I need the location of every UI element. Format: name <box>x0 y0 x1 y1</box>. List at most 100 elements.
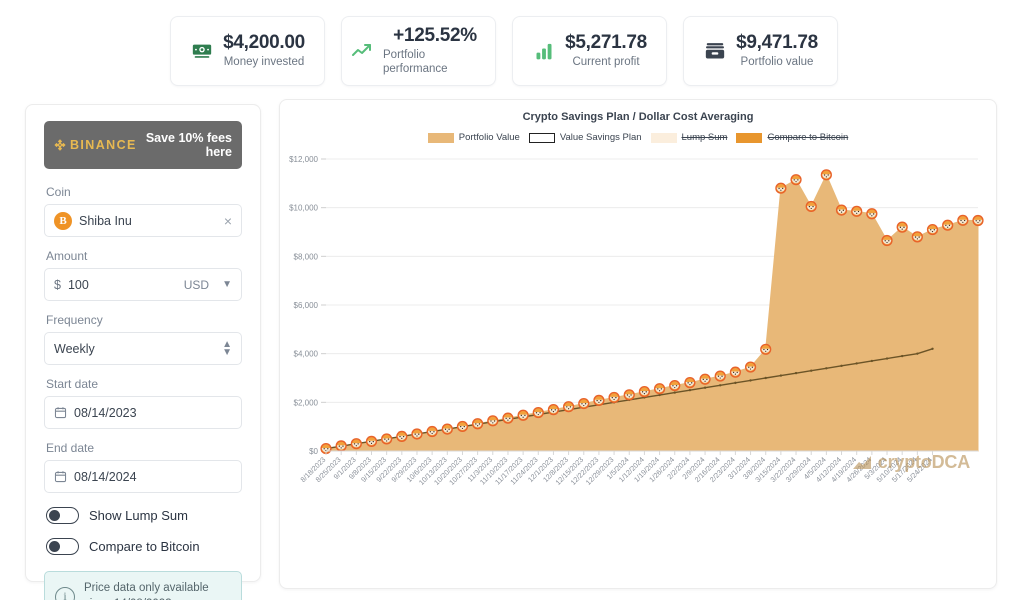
shiba-inu-icon[interactable] <box>563 401 575 413</box>
shiba-inu-icon[interactable] <box>441 423 453 435</box>
shiba-inu-icon[interactable] <box>790 174 802 186</box>
chart-plot-area: $0 $2,000 $4,000 $6,000 $8,000 $10,000 $12,000… <box>280 149 996 569</box>
shiba-inu-icon[interactable] <box>350 438 362 450</box>
show-lump-sum-toggle-row[interactable]: Show Lump Sum <box>46 507 242 524</box>
shiba-inu-icon[interactable] <box>775 182 787 194</box>
binance-promo-banner[interactable]: BINANCE Save 10% fees here <box>44 121 242 169</box>
legend-item-portfolio-value[interactable]: Portfolio Value <box>427 132 520 143</box>
shiba-inu-icon[interactable] <box>623 389 635 401</box>
shiba-inu-icon[interactable] <box>593 394 605 406</box>
value-savings-plan-point <box>855 362 858 365</box>
y-axis-label: $6,000 <box>294 301 319 310</box>
shiba-inu-icon[interactable] <box>396 430 408 442</box>
shiba-inu-icon[interactable] <box>381 433 393 445</box>
shiba-inu-icon[interactable] <box>684 377 696 389</box>
show-lump-sum-toggle[interactable] <box>46 507 79 524</box>
stat-texts: $5,271.78 Current profit <box>565 32 647 70</box>
shiba-inu-icon[interactable] <box>744 361 757 373</box>
shiba-inu-icon[interactable] <box>502 412 514 424</box>
legend-item-value-savings-plan[interactable]: Value Savings Plan <box>528 132 642 143</box>
legend-label: Compare to Bitcoin <box>767 132 849 143</box>
stepper-updown-icon[interactable]: ▲ ▼ <box>222 339 232 357</box>
shiba-inu-icon[interactable] <box>365 435 378 447</box>
shiba-inu-icon[interactable] <box>669 379 681 392</box>
shiba-inu-icon[interactable] <box>532 406 544 419</box>
price-data-notice: i Price data only available since 14/08/… <box>44 571 242 600</box>
stat-texts: $4,200.00 Money invested <box>223 32 305 70</box>
chevron-down-icon[interactable]: ▼ <box>222 279 232 290</box>
compare-to-bitcoin-label: Compare to Bitcoin <box>89 539 200 554</box>
shiba-inu-icon[interactable] <box>653 383 666 395</box>
shiba-inu-icon[interactable] <box>896 221 908 233</box>
shiba-inu-icon[interactable] <box>335 440 347 452</box>
money-bill-icon <box>190 39 214 63</box>
shiba-inu-icon[interactable] <box>729 366 741 378</box>
stat-texts: +125.52% Portfolio performance <box>383 25 487 76</box>
start-date-label: Start date <box>46 377 99 391</box>
end-date-value: 08/14/2024 <box>74 469 137 484</box>
shiba-inu-icon[interactable] <box>851 205 863 217</box>
stat-card-money-invested: $4,200.00 Money invested <box>170 16 325 86</box>
info-icon: i <box>55 586 75 600</box>
currency-select[interactable]: USD <box>184 278 209 292</box>
shiba-inu-icon[interactable] <box>805 200 817 213</box>
value-savings-plan-point <box>794 371 798 375</box>
frequency-select[interactable]: Weekly ▲ ▼ <box>44 332 242 365</box>
value-savings-plan-point <box>764 376 767 380</box>
shiba-inu-icon[interactable] <box>699 373 711 385</box>
coin-field-group: Coin B Shiba Inu × <box>44 185 242 237</box>
stat-label: Current profit <box>572 56 640 69</box>
shiba-inu-icon[interactable] <box>578 397 590 410</box>
dca-area-chart[interactable]: $0 $2,000 $4,000 $6,000 $8,000 $10,000 $12,000… <box>280 149 996 569</box>
shiba-inu-icon[interactable] <box>411 428 423 440</box>
shiba-inu-icon[interactable] <box>714 370 726 382</box>
stat-card-portfolio-value: $9,471.78 Portfolio value <box>683 16 838 86</box>
stat-value: $9,471.78 <box>736 32 818 54</box>
shiba-inu-icon[interactable] <box>866 208 878 220</box>
stat-label: Portfolio value <box>740 56 814 69</box>
end-date-input[interactable]: 08/14/2024 <box>44 460 242 493</box>
value-savings-plan-point <box>673 391 676 394</box>
shiba-inu-icon[interactable] <box>926 223 939 236</box>
shiba-inu-icon[interactable] <box>835 204 848 216</box>
amount-input[interactable]: 100 <box>68 278 89 292</box>
shiba-inu-icon[interactable] <box>638 386 651 398</box>
shiba-inu-icon[interactable] <box>608 391 620 404</box>
shiba-inu-icon[interactable] <box>517 409 529 421</box>
legend-label: Lump Sum <box>681 132 728 143</box>
legend-swatch <box>528 132 555 143</box>
compare-to-bitcoin-toggle[interactable] <box>46 538 79 555</box>
coin-select[interactable]: B Shiba Inu × <box>44 204 242 237</box>
amount-input-row[interactable]: $ 100 USD ▼ <box>44 268 242 301</box>
y-axis-label: $2,000 <box>294 398 319 407</box>
shiba-inu-icon[interactable] <box>426 425 438 438</box>
shiba-inu-icon[interactable] <box>760 343 772 355</box>
legend-item-compare-to-bitcoin[interactable]: Compare to Bitcoin <box>736 132 848 143</box>
y-axis-label: $8,000 <box>294 252 319 261</box>
shiba-inu-icon[interactable] <box>957 214 969 226</box>
stat-card-portfolio-performance: +125.52% Portfolio performance <box>341 16 496 86</box>
shiba-inu-icon[interactable] <box>942 219 954 231</box>
shiba-inu-icon[interactable] <box>456 420 469 433</box>
value-savings-plan-point <box>931 347 934 350</box>
shiba-inu-icon[interactable] <box>881 234 893 247</box>
binance-diamond-icon <box>54 139 66 151</box>
compare-to-bitcoin-toggle-row[interactable]: Compare to Bitcoin <box>46 538 242 555</box>
shiba-inu-icon[interactable] <box>547 404 560 416</box>
frequency-field-group: Frequency Weekly ▲ ▼ <box>44 313 242 365</box>
shiba-inu-icon[interactable] <box>820 169 832 181</box>
portfolio-value-area <box>325 173 979 452</box>
value-savings-plan-point <box>825 367 828 370</box>
value-savings-plan-point <box>885 357 889 360</box>
clear-coin-icon[interactable]: × <box>224 214 232 228</box>
shiba-inu-icon[interactable] <box>911 231 923 243</box>
shiba-inu-icon[interactable] <box>472 418 484 430</box>
shiba-inu-icon[interactable] <box>972 214 984 227</box>
show-lump-sum-label: Show Lump Sum <box>89 508 188 523</box>
legend-item-lump-sum[interactable]: Lump Sum <box>650 132 728 143</box>
shiba-inu-icon[interactable] <box>487 415 499 427</box>
legend-swatch <box>427 132 454 143</box>
binance-logo: BINANCE <box>54 138 137 152</box>
calendar-icon <box>54 406 67 419</box>
start-date-input[interactable]: 08/14/2023 <box>44 396 242 429</box>
